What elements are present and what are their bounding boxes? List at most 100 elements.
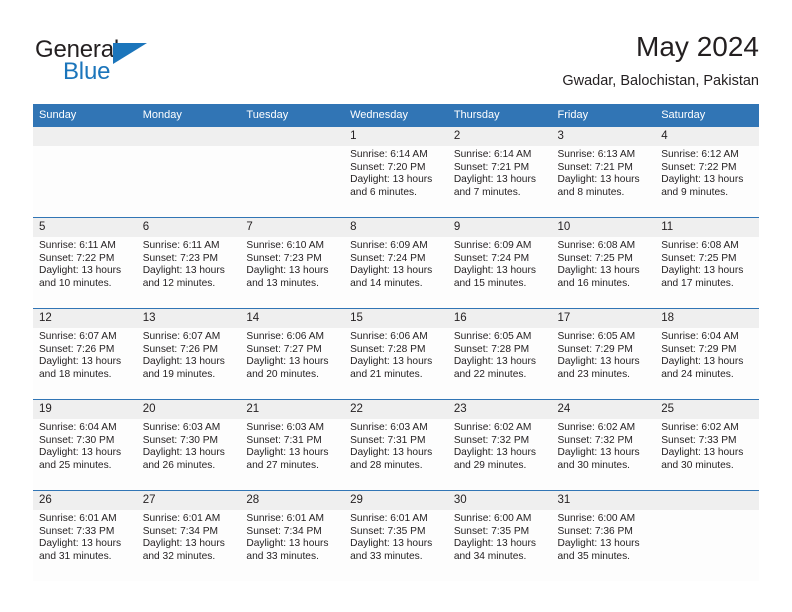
daylight-text: Daylight: 13 hours and 33 minutes. xyxy=(246,538,329,562)
calendar-day-cell[interactable]: 22 Sunrise: 6:03 AM Sunset: 7:31 PM Dayligh… xyxy=(344,399,448,491)
calendar-week-row: 12 Sunrise: 6:07 AM Sunset: 7:26 PM Dayligh… xyxy=(33,308,759,400)
calendar-day-cell[interactable]: 26 Sunrise: 6:01 AM Sunset: 7:33 PM Dayligh… xyxy=(33,490,137,581)
daylight-text: Daylight: 13 hours and 21 minutes. xyxy=(350,356,433,380)
day-number: 10 xyxy=(551,218,656,237)
day-details: Sunrise: 6:08 AM Sunset: 7:25 PM Daylight:… xyxy=(552,237,656,290)
sunset-text: Sunset: 7:26 PM xyxy=(142,343,219,355)
calendar-day-cell[interactable]: 28 Sunrise: 6:01 AM Sunset: 7:34 PM Dayligh… xyxy=(240,490,345,581)
page-header: General Blue May 2024 Gwadar, Balochista… xyxy=(33,30,759,92)
day-number: 13 xyxy=(136,309,241,328)
calendar-day-cell[interactable]: 9 Sunrise: 6:09 AM Sunset: 7:24 PM Daylight… xyxy=(447,217,552,309)
sunset-text: Sunset: 7:22 PM xyxy=(39,252,115,264)
sunrise-text: Sunrise: 6:04 AM xyxy=(661,331,739,342)
general-blue-logo[interactable]: General Blue xyxy=(33,36,253,88)
calendar-day-cell[interactable]: 14 Sunrise: 6:06 AM Sunset: 7:27 PM Dayligh… xyxy=(240,308,345,400)
daylight-text: Daylight: 13 hours and 35 minutes. xyxy=(557,538,640,562)
calendar-day-cell[interactable]: 18 Sunrise: 6:04 AM Sunset: 7:29 PM Dayligh… xyxy=(655,308,759,400)
weekday-header-saturday: Saturday xyxy=(655,104,759,127)
sunset-text: Sunset: 7:22 PM xyxy=(661,161,737,173)
calendar-day-cell[interactable]: 29 Sunrise: 6:01 AM Sunset: 7:35 PM Dayligh… xyxy=(344,490,448,581)
day-details: Sunrise: 6:09 AM Sunset: 7:24 PM Daylight:… xyxy=(448,237,552,290)
daylight-text: Daylight: 13 hours and 14 minutes. xyxy=(350,265,433,289)
daylight-text: Daylight: 13 hours and 13 minutes. xyxy=(246,265,329,289)
day-number: 6 xyxy=(136,218,241,237)
sunrise-text: Sunrise: 6:01 AM xyxy=(350,513,428,524)
calendar-day-cell[interactable]: 21 Sunrise: 6:03 AM Sunset: 7:31 PM Dayligh… xyxy=(240,399,345,491)
daylight-text: Daylight: 13 hours and 22 minutes. xyxy=(453,356,536,380)
calendar-week-row: 19 Sunrise: 6:04 AM Sunset: 7:30 PM Dayligh… xyxy=(33,399,759,491)
sunrise-text: Sunrise: 6:05 AM xyxy=(557,331,636,342)
calendar-day-cell[interactable]: 13 Sunrise: 6:07 AM Sunset: 7:26 PM Dayligh… xyxy=(136,308,241,400)
daylight-text: Daylight: 13 hours and 28 minutes. xyxy=(350,447,433,471)
day-details: Sunrise: 6:09 AM Sunset: 7:24 PM Daylight:… xyxy=(344,237,448,290)
day-number: 21 xyxy=(240,400,345,419)
calendar-day-cell[interactable]: 15 Sunrise: 6:06 AM Sunset: 7:28 PM Dayligh… xyxy=(344,308,448,400)
calendar-day-cell[interactable]: 7 Sunrise: 6:10 AM Sunset: 7:23 PM Daylight… xyxy=(240,217,345,309)
sunset-text: Sunset: 7:20 PM xyxy=(350,161,426,173)
day-number: 25 xyxy=(655,400,759,419)
calendar-week-row: 5 Sunrise: 6:11 AM Sunset: 7:22 PM Daylight… xyxy=(33,217,759,309)
sunset-text: Sunset: 7:35 PM xyxy=(350,525,426,537)
day-details: Sunrise: 6:02 AM Sunset: 7:32 PM Daylight:… xyxy=(552,419,656,472)
calendar-day-cell[interactable]: 27 Sunrise: 6:01 AM Sunset: 7:34 PM Dayligh… xyxy=(136,490,241,581)
day-number: 2 xyxy=(447,127,552,146)
sunrise-text: Sunrise: 6:07 AM xyxy=(39,331,117,342)
sunset-text: Sunset: 7:29 PM xyxy=(557,343,633,355)
daylight-text: Daylight: 13 hours and 9 minutes. xyxy=(661,174,744,198)
sunrise-text: Sunrise: 6:05 AM xyxy=(453,331,532,342)
sunset-text: Sunset: 7:35 PM xyxy=(453,525,530,537)
daylight-text: Daylight: 13 hours and 17 minutes. xyxy=(661,265,744,289)
daylight-text: Daylight: 13 hours and 8 minutes. xyxy=(557,174,640,198)
daylight-text: Daylight: 13 hours and 6 minutes. xyxy=(350,174,433,198)
day-details: Sunrise: 6:05 AM Sunset: 7:29 PM Daylight:… xyxy=(552,328,656,381)
day-number: 14 xyxy=(240,309,345,328)
day-number xyxy=(136,127,241,146)
calendar-day-cell[interactable]: 17 Sunrise: 6:05 AM Sunset: 7:29 PM Dayligh… xyxy=(551,308,656,400)
calendar-day-cell[interactable]: 30 Sunrise: 6:00 AM Sunset: 7:35 PM Dayligh… xyxy=(447,490,552,581)
sunset-text: Sunset: 7:29 PM xyxy=(661,343,737,355)
sunset-text: Sunset: 7:31 PM xyxy=(350,434,426,446)
calendar-day-cell[interactable]: 5 Sunrise: 6:11 AM Sunset: 7:22 PM Daylight… xyxy=(33,217,137,309)
calendar-day-cell[interactable]: 1 Sunrise: 6:14 AM Sunset: 7:20 PM Daylight… xyxy=(344,126,448,218)
daylight-text: Daylight: 13 hours and 16 minutes. xyxy=(557,265,640,289)
day-number: 7 xyxy=(240,218,345,237)
calendar-day-cell[interactable]: 4 Sunrise: 6:12 AM Sunset: 7:22 PM Daylight… xyxy=(655,126,759,218)
sunrise-text: Sunrise: 6:09 AM xyxy=(453,240,532,251)
daylight-text: Daylight: 13 hours and 20 minutes. xyxy=(246,356,329,380)
page-title: May 2024 xyxy=(636,31,759,62)
calendar-day-cell[interactable]: 11 Sunrise: 6:08 AM Sunset: 7:25 PM Dayligh… xyxy=(655,217,759,309)
day-number: 31 xyxy=(551,491,656,510)
day-number: 20 xyxy=(136,400,241,419)
day-details: Sunrise: 6:05 AM Sunset: 7:28 PM Daylight:… xyxy=(448,328,552,381)
calendar-day-cell[interactable]: 16 Sunrise: 6:05 AM Sunset: 7:28 PM Dayligh… xyxy=(447,308,552,400)
daylight-text: Daylight: 13 hours and 31 minutes. xyxy=(39,538,122,562)
calendar-day-cell[interactable]: 6 Sunrise: 6:11 AM Sunset: 7:23 PM Daylight… xyxy=(136,217,241,309)
calendar-day-cell[interactable]: 19 Sunrise: 6:04 AM Sunset: 7:30 PM Dayligh… xyxy=(33,399,137,491)
calendar-day-cell[interactable]: 24 Sunrise: 6:02 AM Sunset: 7:32 PM Dayligh… xyxy=(551,399,656,491)
day-number: 26 xyxy=(33,491,137,510)
calendar-day-cell[interactable]: 12 Sunrise: 6:07 AM Sunset: 7:26 PM Dayligh… xyxy=(33,308,137,400)
weekday-header-thursday: Thursday xyxy=(447,104,552,127)
calendar-week-row: 26 Sunrise: 6:01 AM Sunset: 7:33 PM Dayligh… xyxy=(33,490,759,581)
calendar-day-cell[interactable]: 31 Sunrise: 6:00 AM Sunset: 7:36 PM Dayligh… xyxy=(551,490,656,581)
calendar-day-cell[interactable]: 8 Sunrise: 6:09 AM Sunset: 7:24 PM Daylight… xyxy=(344,217,448,309)
daylight-text: Daylight: 13 hours and 18 minutes. xyxy=(39,356,122,380)
daylight-text: Daylight: 13 hours and 29 minutes. xyxy=(453,447,536,471)
sunrise-text: Sunrise: 6:11 AM xyxy=(39,240,116,251)
calendar-page: General Blue May 2024 Gwadar, Balochista… xyxy=(0,0,792,612)
sunrise-text: Sunrise: 6:06 AM xyxy=(350,331,428,342)
day-details: Sunrise: 6:01 AM Sunset: 7:33 PM Daylight:… xyxy=(33,510,137,563)
calendar-day-cell[interactable]: 25 Sunrise: 6:02 AM Sunset: 7:33 PM Dayligh… xyxy=(655,399,759,491)
day-number: 4 xyxy=(655,127,759,146)
calendar-day-cell[interactable]: 20 Sunrise: 6:03 AM Sunset: 7:30 PM Dayligh… xyxy=(136,399,241,491)
sunrise-text: Sunrise: 6:00 AM xyxy=(453,513,532,524)
sunset-text: Sunset: 7:32 PM xyxy=(557,434,633,446)
calendar-day-cell[interactable]: 23 Sunrise: 6:02 AM Sunset: 7:32 PM Dayligh… xyxy=(447,399,552,491)
day-number: 29 xyxy=(344,491,448,510)
calendar-day-cell[interactable]: 3 Sunrise: 6:13 AM Sunset: 7:21 PM Daylight… xyxy=(551,126,656,218)
calendar-day-cell[interactable]: 2 Sunrise: 6:14 AM Sunset: 7:21 PM Daylight… xyxy=(447,126,552,218)
day-details: Sunrise: 6:06 AM Sunset: 7:28 PM Daylight:… xyxy=(344,328,448,381)
day-number: 12 xyxy=(33,309,137,328)
day-number: 17 xyxy=(551,309,656,328)
calendar-day-cell[interactable]: 10 Sunrise: 6:08 AM Sunset: 7:25 PM Dayligh… xyxy=(551,217,656,309)
